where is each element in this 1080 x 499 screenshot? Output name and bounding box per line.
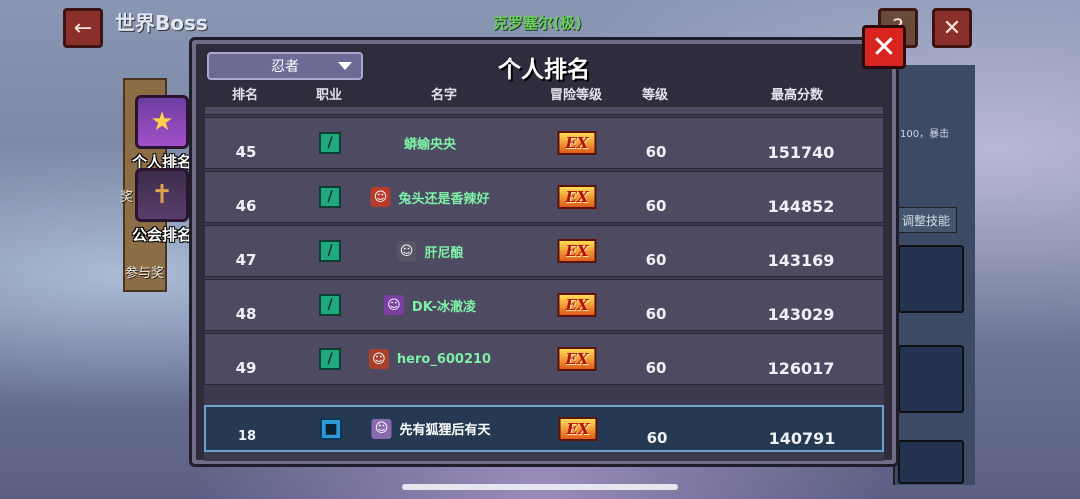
ex-badge: EX: [557, 131, 597, 155]
player-name: DK-冰澈凌: [411, 299, 477, 315]
col-level: 等级: [641, 88, 669, 103]
table-row: /: [204, 107, 884, 115]
table-row[interactable]: 48 / ☺ DK-冰澈凌 EX 60 143029: [204, 279, 884, 331]
sword-icon: /: [319, 132, 341, 154]
home-indicator[interactable]: [402, 484, 678, 490]
table-row[interactable]: 47 / ☺ 肝尼酿 EX 60 143169: [204, 225, 884, 277]
level: 60: [645, 143, 667, 161]
player-name-cell: ☺ 先有狐狸后有天: [371, 418, 491, 439]
participation-reward-label: 参与奖: [125, 266, 165, 281]
sword-icon: /: [319, 186, 341, 208]
player-name-cell: ☺ 肝尼酿: [396, 241, 464, 261]
class-filter-value: 忍者: [271, 59, 299, 75]
rank: 49: [235, 359, 257, 377]
avatar-icon: ☺: [371, 418, 392, 439]
shield-icon: ■: [320, 417, 342, 440]
col-adventure-level: 冒险等级: [549, 88, 603, 103]
level: 60: [646, 428, 668, 447]
table-row[interactable]: 46 / ☺ 兔头还是香辣好 EX 60 144852: [204, 171, 884, 223]
screen-title: 世界Boss: [115, 11, 208, 35]
player-name: 肝尼酿: [424, 245, 464, 261]
avatar-icon: ☺: [370, 187, 391, 207]
player-name-cell: ☺ hero_600210: [368, 349, 492, 369]
player-name-cell: 蟒蝓央央: [404, 134, 456, 153]
high-score: 140791: [768, 428, 836, 448]
ex-badge: EX: [558, 416, 598, 441]
sword-icon: /: [319, 294, 341, 316]
table-header: 排名 职业 名字 冒险等级 等级 最高分数: [204, 84, 884, 106]
ex-badge: EX: [557, 347, 597, 371]
player-name-cell: ☺ 兔头还是香辣好: [370, 187, 490, 207]
high-score: 151740: [767, 143, 835, 162]
tab-personal-ranking[interactable]: ★ 个人排名: [132, 95, 192, 172]
rank: 48: [235, 305, 257, 323]
rank: 47: [235, 251, 257, 269]
skill-card[interactable]: [898, 440, 964, 484]
skill-card[interactable]: [898, 345, 964, 413]
sword-icon: /: [319, 348, 341, 370]
ex-badge: EX: [557, 185, 597, 209]
ranking-list[interactable]: / 45 / 蟒蝓央央 EX 60 151740 46 / ☺ 兔头还是香辣好 …: [204, 107, 884, 461]
rank: 45: [235, 143, 257, 161]
table-row[interactable]: 49 / ☺ hero_600210 EX 60 126017: [204, 333, 884, 385]
ex-badge: EX: [557, 239, 597, 263]
close-icon: ✕: [871, 29, 897, 65]
panel-close-button[interactable]: ✕: [862, 25, 906, 69]
col-high-score: 最高分数: [770, 88, 824, 103]
tab-guild-ranking[interactable]: ✝ 公会排名: [132, 168, 192, 245]
level: 60: [645, 359, 667, 377]
avatar-icon: ☺: [396, 241, 417, 261]
avatar-icon: ☺: [383, 295, 404, 315]
col-rank: 排名: [231, 88, 259, 103]
trophy-icon: ★: [135, 95, 189, 149]
guild-shield-icon: ✝: [135, 168, 189, 222]
high-score: 126017: [767, 359, 835, 378]
skill-card[interactable]: [898, 245, 964, 313]
level: 60: [645, 305, 667, 323]
self-ranking-row[interactable]: 18 ■ ☺ 先有狐狸后有天 EX 60 140791: [204, 405, 884, 452]
ex-badge: EX: [557, 293, 597, 317]
high-score: 143169: [767, 251, 835, 270]
level: 60: [645, 197, 667, 215]
boss-name: 克罗塞尔(极): [493, 14, 582, 32]
player-name-cell: ☺ DK-冰澈凌: [383, 295, 477, 315]
sword-icon: /: [319, 240, 341, 262]
screen-close-button[interactable]: ✕: [932, 8, 972, 48]
player-name: 蟒蝓央央: [403, 137, 457, 153]
chevron-down-icon: [338, 62, 352, 70]
back-button[interactable]: ←: [63, 8, 103, 48]
high-score: 144852: [767, 197, 835, 216]
rank: 46: [235, 197, 257, 215]
table-row[interactable]: 45 / 蟒蝓央央 EX 60 151740: [204, 117, 884, 169]
player-name: 兔头还是香辣好: [398, 191, 490, 207]
player-name: hero_600210: [396, 351, 492, 367]
stat-text: 100，暴击: [900, 129, 950, 140]
close-icon: ✕: [942, 15, 962, 41]
player-name: 先有狐狸后有天: [399, 423, 491, 438]
adjust-skills-button[interactable]: 调整技能: [895, 207, 957, 233]
arrow-left-icon: ←: [73, 15, 93, 41]
level: 60: [645, 251, 667, 269]
rank: 18: [237, 428, 257, 444]
class-filter-dropdown[interactable]: 忍者: [207, 52, 363, 80]
col-job: 职业: [315, 88, 343, 103]
col-name: 名字: [430, 88, 458, 103]
ranking-panel: 个人排名 忍者 排名 职业 名字 冒险等级 等级 最高分数 / 45 / 蟒蝓央…: [192, 40, 896, 464]
tab-label: 公会排名: [132, 226, 193, 244]
avatar-icon: ☺: [368, 349, 389, 369]
high-score: 143029: [767, 305, 835, 324]
